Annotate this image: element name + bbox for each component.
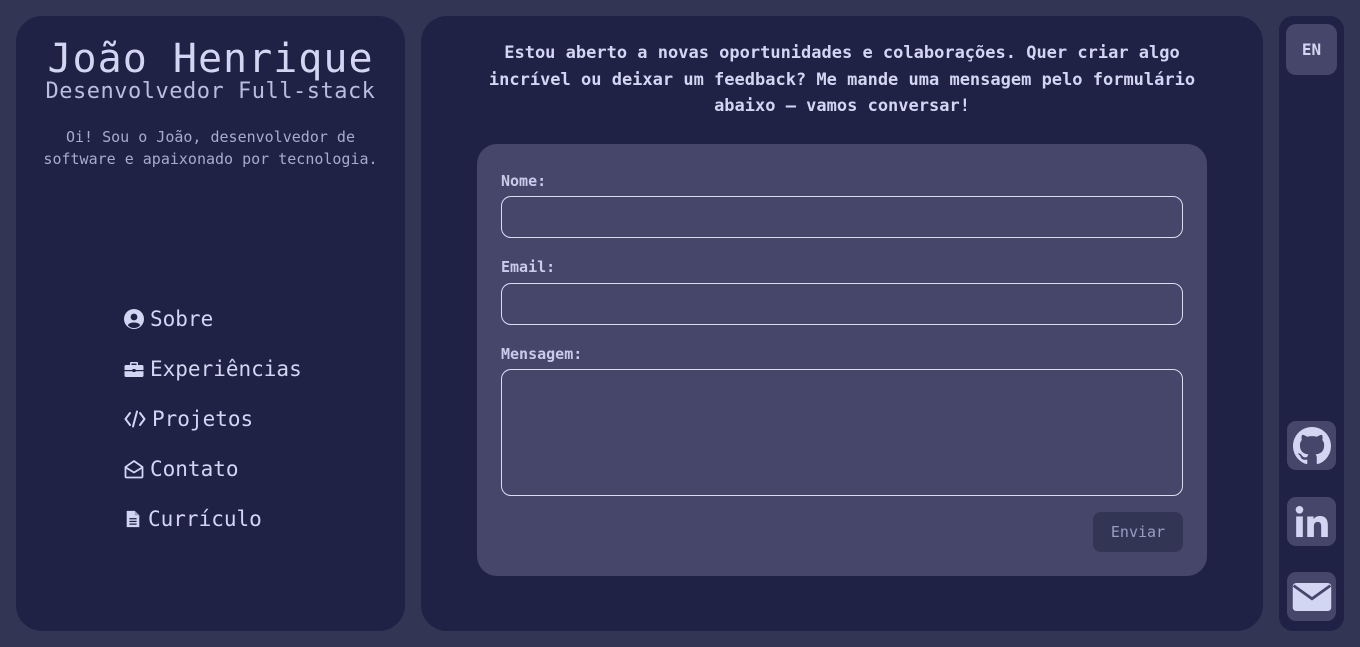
nav-item-label: Projetos	[152, 407, 254, 431]
contact-panel: Estou aberto a novas oportunidades e col…	[421, 16, 1263, 631]
nav-item-curriculo[interactable]: Currículo	[124, 494, 302, 544]
email-icon	[1292, 582, 1331, 611]
github-link[interactable]	[1287, 421, 1336, 470]
linkedin-link[interactable]	[1287, 497, 1336, 546]
linkedin-icon	[1295, 505, 1328, 537]
nav-item-sobre[interactable]: Sobre	[124, 294, 302, 344]
code-icon	[124, 410, 146, 428]
profile-role: Desenvolvedor Full-stack	[45, 79, 376, 104]
user-circle-icon	[124, 309, 144, 329]
profile-panel: João Henrique Desenvolvedor Full-stack O…	[16, 16, 405, 631]
language-toggle-button[interactable]: EN	[1286, 24, 1337, 75]
nav-item-label: Contato	[150, 457, 239, 481]
contact-form: Nome: Email: Mensagem: Enviar	[477, 144, 1207, 576]
nav-item-label: Experiências	[150, 357, 302, 381]
nav-item-projetos[interactable]: Projetos	[124, 394, 302, 444]
file-icon	[126, 510, 140, 528]
profile-bio: Oi! Sou o João, desenvolvedor de softwar…	[43, 128, 378, 168]
name-label: Nome:	[501, 172, 547, 190]
email-field[interactable]	[501, 283, 1183, 325]
message-field[interactable]	[501, 369, 1183, 496]
nav-item-experiencias[interactable]: Experiências	[124, 344, 302, 394]
profile-name: João Henrique	[47, 36, 374, 82]
email-label: Email:	[501, 258, 556, 276]
send-button[interactable]: Enviar	[1093, 512, 1183, 552]
main-nav: Sobre Experiências Projetos Contato Curr…	[124, 294, 302, 544]
briefcase-icon	[124, 362, 144, 377]
message-label: Mensagem:	[501, 345, 583, 363]
nav-item-label: Sobre	[150, 307, 214, 331]
github-icon	[1292, 426, 1331, 464]
right-sidebar: EN	[1279, 16, 1344, 631]
email-link[interactable]	[1287, 572, 1336, 621]
contact-intro: Estou aberto a novas oportunidades e col…	[488, 43, 1196, 116]
nav-item-label: Currículo	[148, 507, 262, 531]
envelope-open-icon	[124, 460, 144, 479]
name-field[interactable]	[501, 196, 1183, 238]
nav-item-contato[interactable]: Contato	[124, 444, 302, 494]
